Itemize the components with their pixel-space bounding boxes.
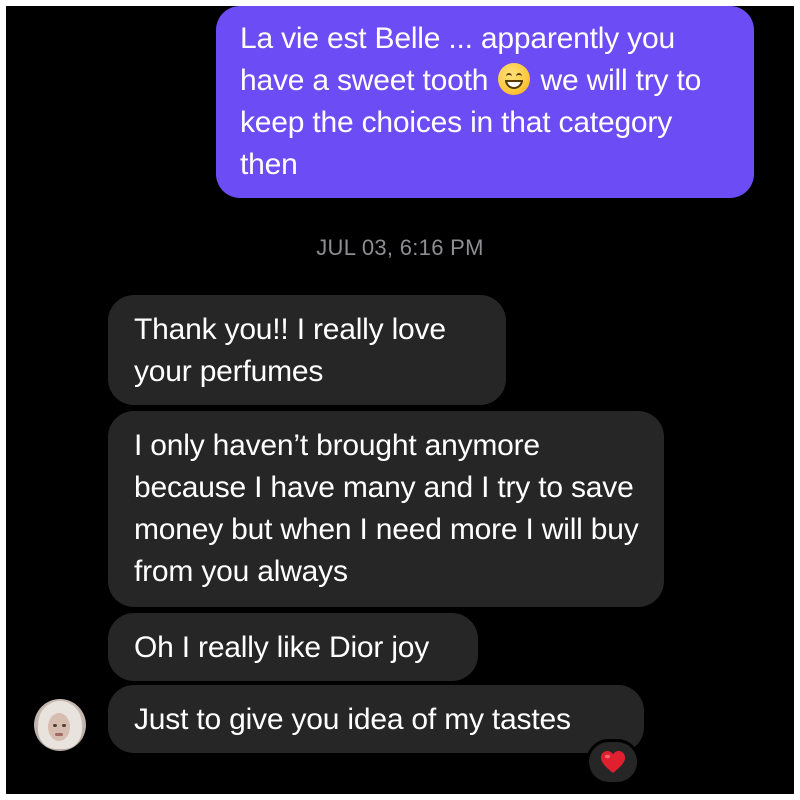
received-message-text-2: I only haven’t brought anymore because I… [134, 429, 639, 588]
received-message-text-1: Thank you!! I really love your perfumes [134, 313, 446, 388]
heart-icon [601, 751, 625, 773]
heart-reaction-badge[interactable] [586, 739, 640, 785]
received-message-bubble-1[interactable]: Thank you!! I really love your perfumes [108, 295, 506, 405]
chat-thread: La vie est Belle ... apparently you have… [6, 6, 794, 794]
sent-message-bubble[interactable]: La vie est Belle ... apparently you have… [216, 6, 754, 198]
received-message-text-4: Just to give you idea of my tastes [134, 703, 571, 736]
received-message-bubble-2[interactable]: I only haven’t brought anymore because I… [108, 411, 664, 607]
received-message-bubble-3[interactable]: Oh I really like Dior joy [108, 613, 478, 681]
contact-avatar[interactable] [34, 699, 86, 751]
received-message-text-3: Oh I really like Dior joy [134, 631, 430, 664]
received-message-bubble-4[interactable]: Just to give you idea of my tastes [108, 685, 644, 753]
grinning-face-emoji-icon [498, 63, 531, 95]
message-timestamp: JUL 03, 6:16 PM [316, 235, 484, 260]
